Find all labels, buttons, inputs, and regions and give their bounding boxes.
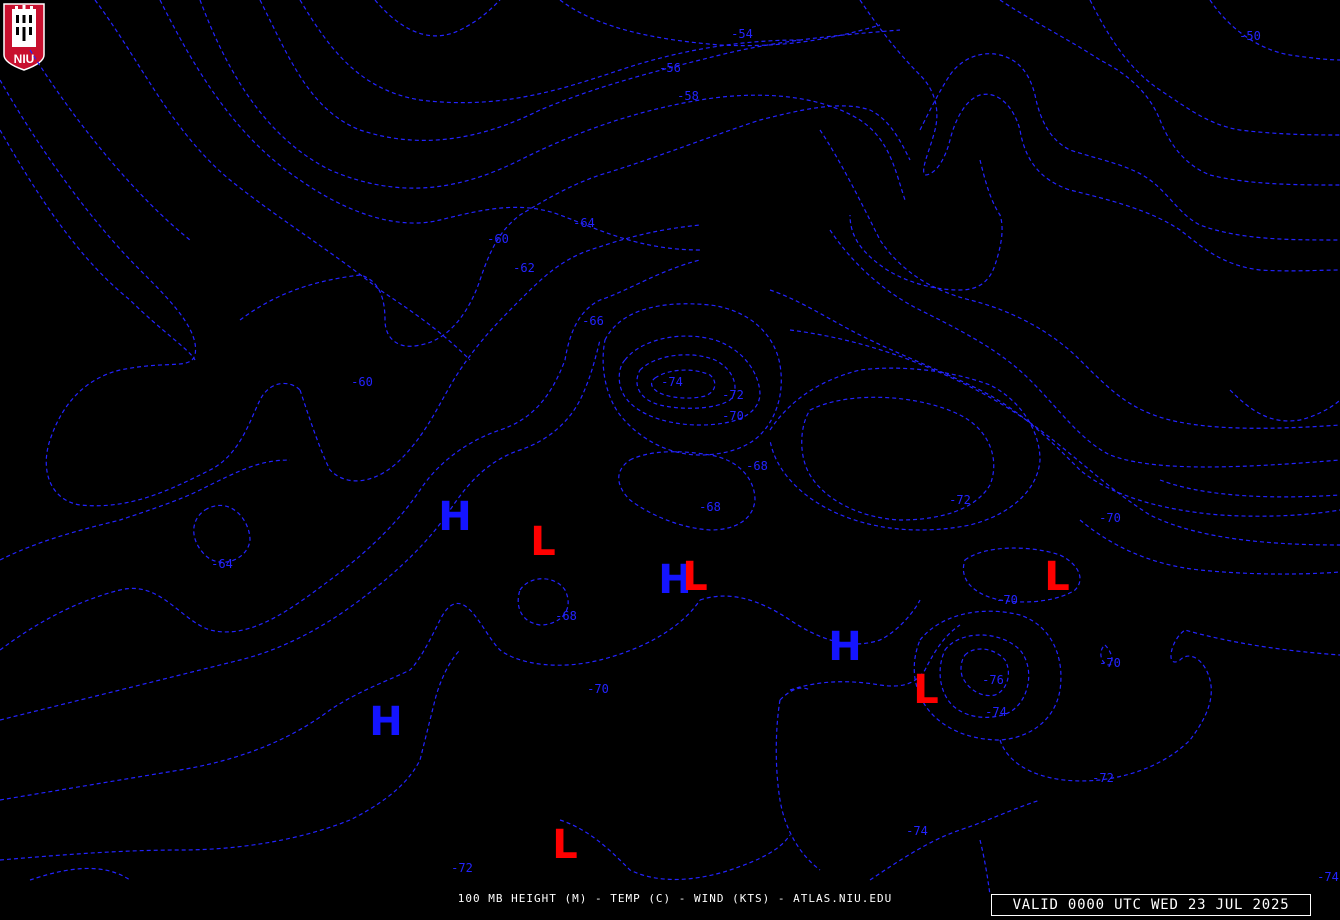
contour-line (1159, 479, 1340, 498)
contour-line (29, 49, 191, 241)
contour-label: -72 (949, 493, 971, 507)
contour-label: -70 (587, 682, 609, 696)
low-pressure-marker: L (913, 667, 939, 713)
contour-line (775, 687, 821, 871)
contour-line (919, 53, 1340, 241)
contour-label: -60 (351, 375, 373, 389)
contour-line (374, 0, 501, 37)
contour-line (0, 649, 461, 861)
contour-line (0, 339, 601, 721)
contour-line (829, 229, 1340, 468)
contour-line (769, 289, 1340, 517)
contour-label: -62 (513, 261, 535, 275)
contour-label: -74 (1317, 870, 1339, 884)
contour-line (0, 129, 196, 361)
contour-line (1089, 0, 1340, 136)
contour-line (999, 0, 1340, 186)
low-pressure-marker: L (682, 554, 708, 600)
contour-line (299, 0, 801, 104)
contour-line (602, 303, 782, 456)
low-pressure-marker: L (1044, 554, 1070, 600)
contour-label: -74 (661, 375, 683, 389)
contour-line (0, 599, 701, 801)
contour-map: -54 -50 -56 -58 -60 -64 -62 -66 -60 -74 -72 -70 -68 -… (0, 0, 1340, 896)
contour-label: -72 (722, 388, 744, 402)
contour-label: -68 (746, 459, 768, 473)
contour-line (259, 0, 901, 142)
contour-label: -54 (731, 27, 753, 41)
contour-label: -56 (659, 61, 681, 75)
contour-line (769, 367, 1041, 531)
contour-label: -68 (555, 609, 577, 623)
high-pressure-marker: H (438, 494, 471, 540)
contour-label: -58 (677, 89, 699, 103)
contour-line (193, 504, 251, 563)
contour-line (789, 329, 1340, 546)
contour-label: -64 (573, 216, 595, 230)
contour-label: -76 (982, 673, 1004, 687)
contour-line (1079, 519, 1340, 575)
contour-line (159, 0, 701, 251)
contour-label: -70 (722, 409, 744, 423)
contour-label: -70 (1099, 511, 1121, 525)
contour-label: -74 (985, 705, 1007, 719)
contour-line (1209, 0, 1340, 61)
contour-label: -70 (996, 593, 1018, 607)
contour-label: -66 (582, 314, 604, 328)
contour-line (29, 867, 131, 881)
contour-line (559, 819, 791, 881)
contour-label: -74 (906, 824, 928, 838)
contour-line (1229, 389, 1340, 422)
contour-label: -68 (699, 500, 721, 514)
contour-line (819, 129, 1340, 429)
contour-line (618, 451, 756, 531)
high-pressure-marker: H (828, 624, 861, 670)
contour-line (94, 0, 471, 361)
contour-line (559, 0, 881, 47)
contour-line (979, 839, 991, 896)
contour-line (699, 595, 921, 645)
contour-label: -50 (1239, 29, 1261, 43)
contour-label: -70 (1099, 656, 1121, 670)
contour-line (869, 799, 1041, 881)
contour-label: -72 (451, 861, 473, 875)
high-pressure-marker: H (369, 699, 402, 745)
contour-line (299, 224, 701, 482)
contour-label: -60 (487, 232, 509, 246)
contour-line (859, 0, 1340, 272)
temperature-contours (0, 0, 1340, 896)
contour-line (0, 459, 291, 561)
valid-time-box: VALID 0000 UTC WED 23 JUL 2025 (991, 894, 1311, 916)
contour-label: -72 (1092, 771, 1114, 785)
low-pressure-marker: L (552, 822, 578, 868)
contour-line (636, 354, 736, 409)
low-pressure-marker: L (530, 519, 556, 565)
contour-line (199, 0, 906, 201)
contour-label: -64 (211, 557, 233, 571)
contour-line (0, 79, 301, 507)
contour-line (999, 629, 1340, 782)
